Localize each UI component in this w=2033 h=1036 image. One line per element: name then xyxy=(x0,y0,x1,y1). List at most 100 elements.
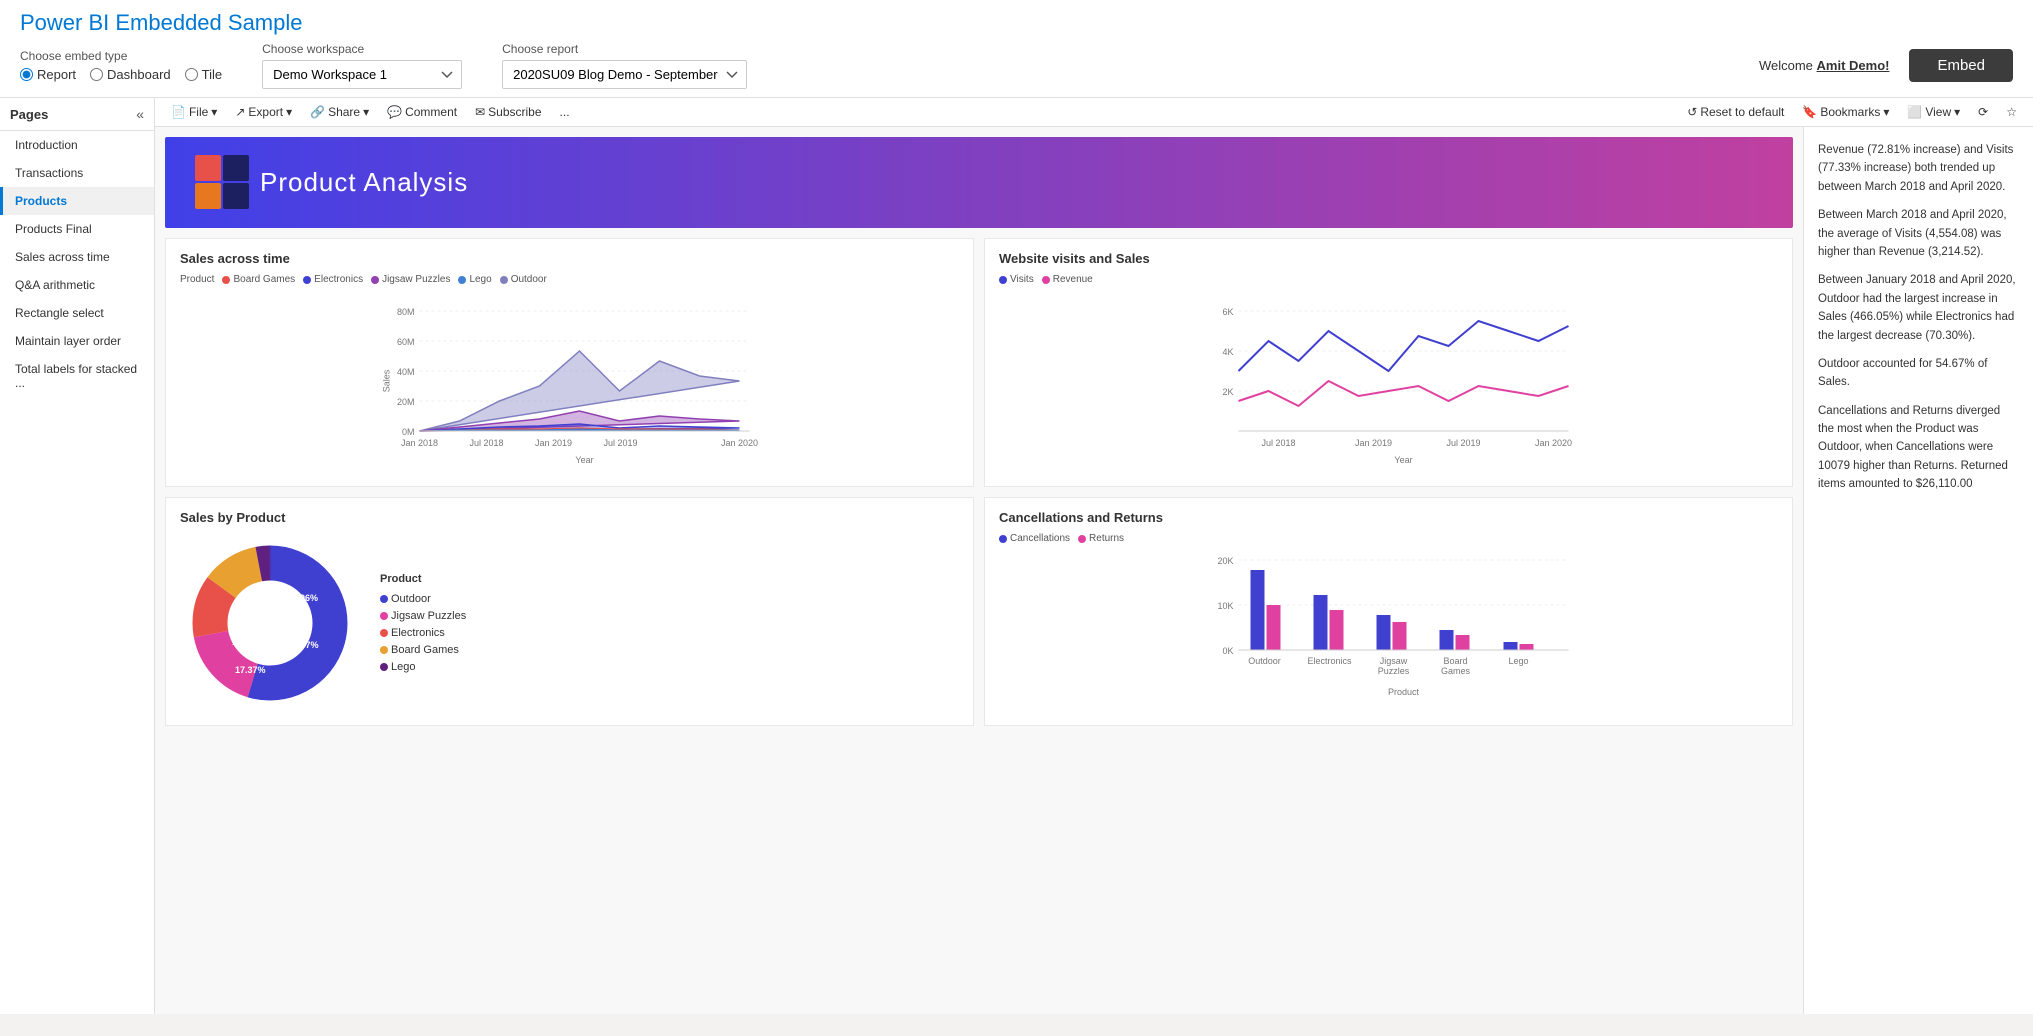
report-dropdown[interactable]: 2020SU09 Blog Demo - September xyxy=(502,60,747,89)
sidebar-item-rectangle[interactable]: Rectangle select xyxy=(0,299,154,327)
top-right: Welcome Amit Demo! Embed xyxy=(1759,49,2013,82)
bar-outdoor-return xyxy=(1267,605,1281,650)
report-header: Product Analysis xyxy=(165,137,1793,228)
favorite-button[interactable]: ☆ xyxy=(2000,102,2023,122)
top-bar: Power BI Embedded Sample Choose embed ty… xyxy=(0,0,2033,98)
app-title: Power BI Embedded Sample xyxy=(20,10,2013,36)
embed-type-section: Choose embed type Report Dashboard Tile xyxy=(20,49,222,82)
insight-2: Between March 2018 and April 2020, the a… xyxy=(1818,206,2019,261)
bookmarks-button[interactable]: 🔖 Bookmarks ▾ xyxy=(1796,102,1895,122)
sidebar: Pages « Introduction Transactions Produc… xyxy=(0,98,155,1014)
svg-text:Jan 2018: Jan 2018 xyxy=(401,438,438,448)
svg-text:11.96%: 11.96% xyxy=(288,593,318,603)
sidebar-item-sales-across-time[interactable]: Sales across time xyxy=(0,243,154,271)
collapse-sidebar-button[interactable]: « xyxy=(136,106,144,122)
donut-svg: 11.96% 12.98% 17.37% 54.67% xyxy=(180,533,360,713)
svg-text:2K: 2K xyxy=(1222,387,1233,397)
export-button[interactable]: ↗ Export ▾ xyxy=(229,102,298,122)
share-label: Share xyxy=(328,105,360,119)
export-chevron-icon: ▾ xyxy=(286,105,292,119)
bar-lego-return xyxy=(1520,644,1534,650)
donut-legend-electronics: Electronics xyxy=(380,627,466,639)
svg-text:Jul 2018: Jul 2018 xyxy=(1261,438,1295,448)
sidebar-title: Pages xyxy=(10,107,48,122)
share-button[interactable]: 🔗 Share ▾ xyxy=(304,102,375,122)
legend-outdoor: Outdoor xyxy=(500,274,547,285)
svg-text:54.67%: 54.67% xyxy=(288,640,319,650)
svg-text:Jul 2019: Jul 2019 xyxy=(1446,438,1480,448)
toolbar-right: ↺ Reset to default 🔖 Bookmarks ▾ ⬜ View … xyxy=(1681,102,2023,122)
sidebar-item-products-final[interactable]: Products Final xyxy=(0,215,154,243)
sales-product-title: Sales by Product xyxy=(180,510,959,525)
sidebar-header: Pages « xyxy=(0,98,154,131)
svg-text:Jan 2020: Jan 2020 xyxy=(1535,438,1572,448)
svg-text:12.98%: 12.98% xyxy=(232,637,263,647)
bar-electronics-cancel xyxy=(1314,595,1328,650)
main-content: Product Analysis Sales across time Produ… xyxy=(155,127,1803,1014)
subscribe-button[interactable]: ✉ Subscribe xyxy=(469,102,547,122)
svg-text:Jan 2020: Jan 2020 xyxy=(721,438,758,448)
donut-legend-lego: Lego xyxy=(380,661,466,673)
svg-text:Sales: Sales xyxy=(382,369,392,392)
legend-visits: Visits xyxy=(999,274,1034,285)
workspace-dropdown[interactable]: Demo Workspace 1 xyxy=(262,60,462,89)
svg-text:Outdoor: Outdoor xyxy=(1248,656,1281,666)
website-legend: Visits Revenue xyxy=(999,274,1778,285)
svg-text:Games: Games xyxy=(1441,666,1471,676)
embed-button[interactable]: Embed xyxy=(1909,49,2013,82)
legend-lego: Lego xyxy=(458,274,491,285)
sidebar-item-qa[interactable]: Q&A arithmetic xyxy=(0,271,154,299)
report-area-wrapper: 📄 File ▾ ↗ Export ▾ 🔗 Share ▾ 💬 Comment … xyxy=(155,98,2033,1014)
bookmarks-icon: 🔖 xyxy=(1802,105,1817,119)
svg-text:0K: 0K xyxy=(1222,646,1233,656)
legend-jigsaw: Jigsaw Puzzles xyxy=(371,274,450,285)
svg-text:6K: 6K xyxy=(1222,307,1233,317)
reset-button[interactable]: ↺ Reset to default xyxy=(1681,102,1790,122)
comment-label: Comment xyxy=(405,105,457,119)
svg-text:10K: 10K xyxy=(1217,601,1233,611)
insight-1: Revenue (72.81% increase) and Visits (77… xyxy=(1818,141,2019,196)
sidebar-items: Introduction Transactions Products Produ… xyxy=(0,131,154,1014)
more-icon: ... xyxy=(560,105,570,119)
more-button[interactable]: ... xyxy=(554,102,576,122)
report-section: Choose report 2020SU09 Blog Demo - Septe… xyxy=(502,42,747,89)
sales-time-legend: Product Board Games Electronics Jigsaw P… xyxy=(180,274,959,285)
report-container: Pages « Introduction Transactions Produc… xyxy=(0,98,2033,1014)
donut-legend-outdoor: Outdoor xyxy=(380,593,466,605)
file-button[interactable]: 📄 File ▾ xyxy=(165,102,223,122)
view-button[interactable]: ⬜ View ▾ xyxy=(1901,102,1966,122)
cancellations-legend: Cancellations Returns xyxy=(999,533,1778,544)
welcome-text: Welcome Amit Demo! xyxy=(1759,58,1890,73)
radio-report[interactable]: Report xyxy=(20,67,76,82)
reset-label: Reset to default xyxy=(1700,105,1784,119)
radio-dashboard[interactable]: Dashboard xyxy=(90,67,171,82)
comment-button[interactable]: 💬 Comment xyxy=(381,102,463,122)
svg-text:Puzzles: Puzzles xyxy=(1378,666,1410,676)
workspace-section: Choose workspace Demo Workspace 1 xyxy=(262,42,462,89)
svg-text:Product: Product xyxy=(1388,687,1420,697)
sidebar-item-introduction[interactable]: Introduction xyxy=(0,131,154,159)
sidebar-item-total-labels[interactable]: Total labels for stacked ... xyxy=(0,355,154,397)
donut-legend: Product Outdoor Jigsaw Puzzles Electroni… xyxy=(380,573,466,673)
comment-icon: 💬 xyxy=(387,105,402,119)
file-chevron-icon: ▾ xyxy=(211,105,217,119)
embed-type-label: Choose embed type xyxy=(20,49,222,63)
sidebar-item-transactions[interactable]: Transactions xyxy=(0,159,154,187)
radio-tile[interactable]: Tile xyxy=(185,67,222,82)
svg-text:4K: 4K xyxy=(1222,347,1233,357)
insight-5: Cancellations and Returns diverged the m… xyxy=(1818,402,2019,494)
insight-4: Outdoor accounted for 54.67% of Sales. xyxy=(1818,355,2019,392)
embed-type-radio-group: Report Dashboard Tile xyxy=(20,67,222,82)
export-label: Export xyxy=(248,105,283,119)
cancellations-title: Cancellations and Returns xyxy=(999,510,1778,525)
donut-container: 11.96% 12.98% 17.37% 54.67% Product Outd… xyxy=(180,533,959,713)
sidebar-item-maintain-layer[interactable]: Maintain layer order xyxy=(0,327,154,355)
refresh-button[interactable]: ⟳ xyxy=(1972,102,1994,122)
subscribe-label: Subscribe xyxy=(488,105,541,119)
sidebar-item-products[interactable]: Products xyxy=(0,187,154,215)
bar-electronics-return xyxy=(1330,610,1344,650)
file-icon: 📄 xyxy=(171,105,186,119)
donut-legend-boardgames: Board Games xyxy=(380,644,466,656)
svg-text:20M: 20M xyxy=(397,397,415,407)
bookmarks-label: Bookmarks xyxy=(1820,105,1880,119)
